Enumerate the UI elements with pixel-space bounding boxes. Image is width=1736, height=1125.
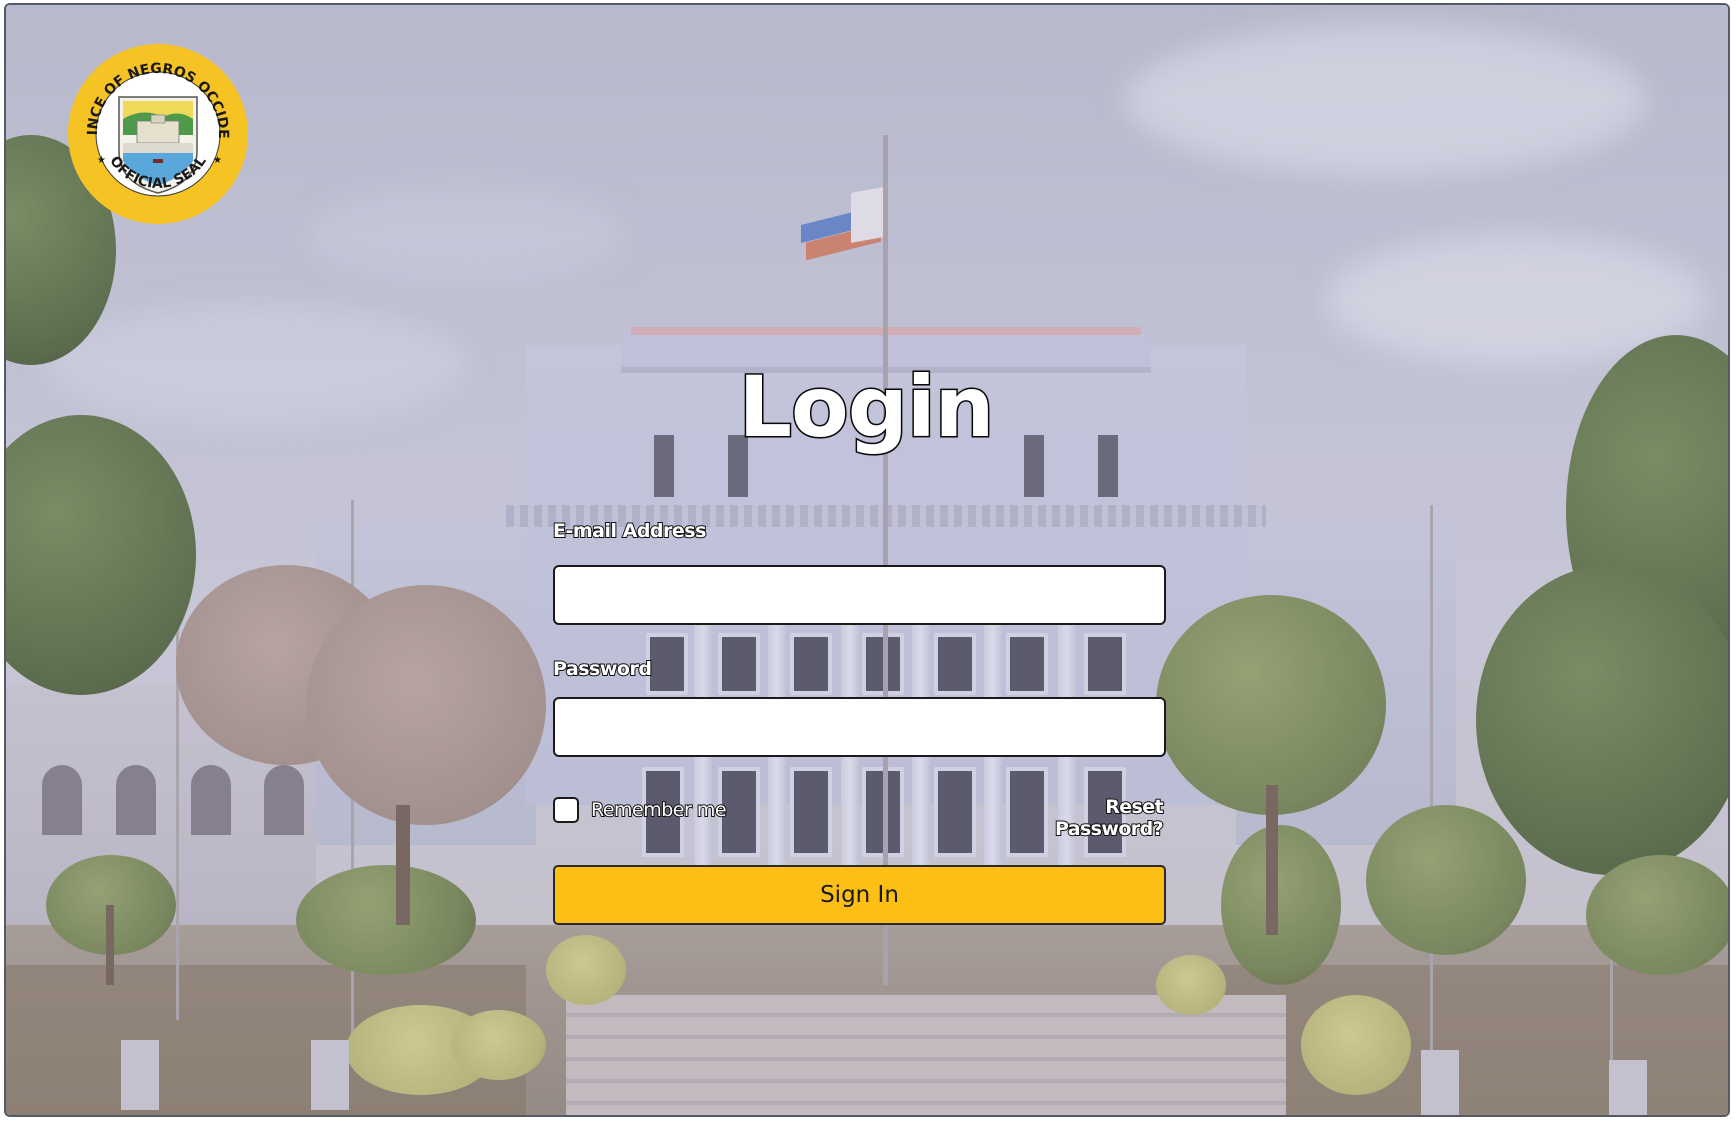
remember-me-label[interactable]: Remember me xyxy=(590,798,728,822)
remember-me: Remember me xyxy=(553,796,728,824)
negros-occidental-seal-icon: PROVINCE OF NEGROS OCCIDENTAL OFFICIAL S… xyxy=(61,31,249,225)
password-label: Password xyxy=(552,657,653,681)
sign-in-button[interactable]: Sign In xyxy=(553,865,1166,925)
svg-text:★: ★ xyxy=(213,155,222,166)
login-page: PROVINCE OF NEGROS OCCIDENTAL OFFICIAL S… xyxy=(4,3,1730,1117)
background-photo xyxy=(6,5,1728,1115)
remember-me-checkbox[interactable] xyxy=(553,797,579,823)
svg-text:★: ★ xyxy=(97,155,106,166)
reset-password-link[interactable]: Reset Password? xyxy=(1006,795,1165,841)
email-label: E-mail Address xyxy=(552,519,707,543)
page-title: Login xyxy=(737,357,996,458)
email-field[interactable] xyxy=(553,565,1166,625)
password-field[interactable] xyxy=(553,697,1166,757)
